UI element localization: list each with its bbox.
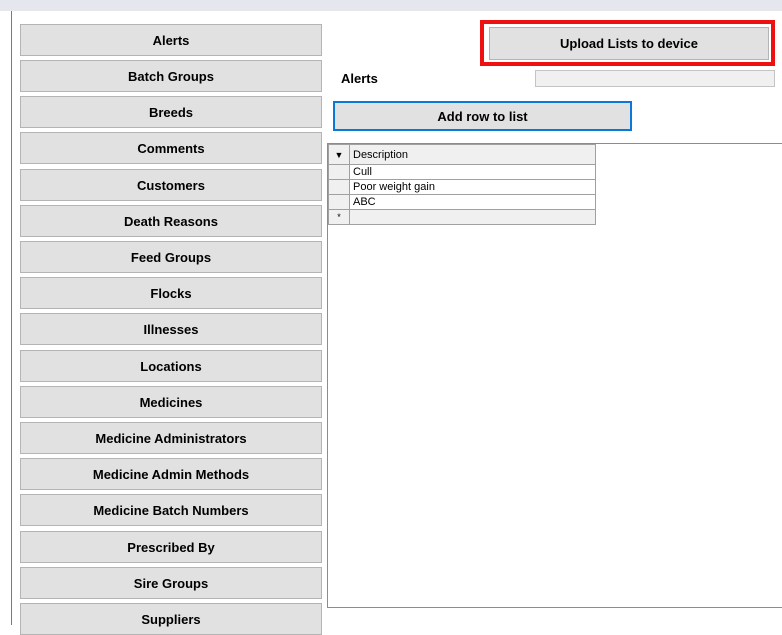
description-cell[interactable]: Poor weight gain: [349, 179, 596, 195]
list-grid: ▼ Description Cull Poor weight gain ABC …: [327, 143, 782, 608]
column-header-description[interactable]: Description: [349, 144, 596, 165]
row-selector[interactable]: [328, 194, 350, 210]
new-row-asterisk-icon[interactable]: *: [328, 209, 350, 225]
nav-button-customers[interactable]: Customers: [20, 169, 322, 201]
nav-button-prescribed-by[interactable]: Prescribed By: [20, 531, 322, 563]
nav-button-medicines[interactable]: Medicines: [20, 386, 322, 418]
nav-button-breeds[interactable]: Breeds: [20, 96, 322, 128]
grid-header-row: ▼ Description: [328, 144, 596, 165]
nav-button-alerts[interactable]: Alerts: [20, 24, 322, 56]
nav-button-locations[interactable]: Locations: [20, 350, 322, 382]
list-table: ▼ Description Cull Poor weight gain ABC …: [328, 144, 596, 225]
nav-button-medicine-administrators[interactable]: Medicine Administrators: [20, 422, 322, 454]
table-row[interactable]: Poor weight gain: [328, 179, 596, 195]
nav-button-batch-groups[interactable]: Batch Groups: [20, 60, 322, 92]
nav-button-comments[interactable]: Comments: [20, 132, 322, 164]
sort-arrow-icon[interactable]: ▼: [328, 144, 350, 165]
table-row[interactable]: ABC: [328, 194, 596, 210]
top-strip: [0, 0, 782, 11]
window-border: [11, 11, 12, 625]
nav-button-flocks[interactable]: Flocks: [20, 277, 322, 309]
upload-lists-button[interactable]: Upload Lists to device: [489, 27, 769, 60]
nav-button-sire-groups[interactable]: Sire Groups: [20, 567, 322, 599]
nav-button-medicine-batch-numbers[interactable]: Medicine Batch Numbers: [20, 494, 322, 526]
nav-button-illnesses[interactable]: Illnesses: [20, 313, 322, 345]
description-cell[interactable]: ABC: [349, 194, 596, 210]
nav-button-medicine-admin-methods[interactable]: Medicine Admin Methods: [20, 458, 322, 490]
nav-button-death-reasons[interactable]: Death Reasons: [20, 205, 322, 237]
table-row[interactable]: Cull: [328, 164, 596, 180]
row-selector[interactable]: [328, 164, 350, 180]
new-row-cell[interactable]: [349, 209, 596, 225]
nav-button-feed-groups[interactable]: Feed Groups: [20, 241, 322, 273]
row-selector[interactable]: [328, 179, 350, 195]
list-name-label: Alerts: [341, 71, 378, 86]
add-row-button[interactable]: Add row to list: [333, 101, 632, 131]
new-row[interactable]: *: [328, 209, 596, 225]
description-cell[interactable]: Cull: [349, 164, 596, 180]
nav-button-suppliers[interactable]: Suppliers: [20, 603, 322, 635]
list-name-field[interactable]: [535, 70, 775, 87]
